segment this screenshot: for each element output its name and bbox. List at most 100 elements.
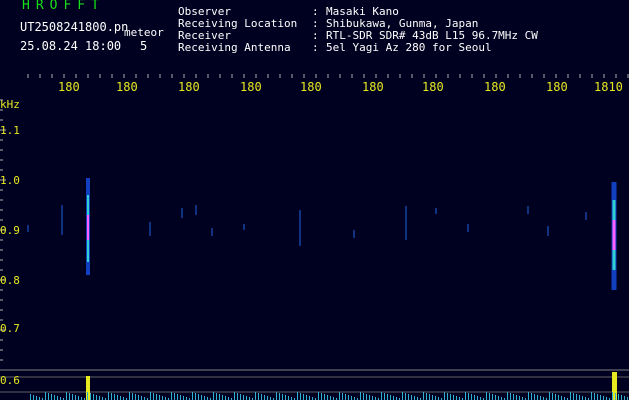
date-time: 25.08.24 18:00 [20,39,122,53]
amplitude-bar [66,392,67,400]
amplitude-bar [444,392,445,400]
amplitude-bar [45,392,46,400]
amplitude-bar [597,394,598,400]
amplitude-bar [618,394,619,400]
y-tick-label: 1.0 [0,174,20,187]
amplitude-bar [612,392,613,400]
amplitude-bar [348,395,349,400]
amplitude-bar [324,394,325,400]
amplitude-bar [453,395,454,400]
amplitude-bar [591,392,592,400]
x-tick-label: 180 [178,80,200,94]
antenna-label: Receiving Antenna [178,41,291,54]
amplitude-bar [534,394,535,400]
amplitude-bar [330,396,331,400]
y-tick-label: 0.6 [0,374,20,387]
amplitude-bar [78,396,79,400]
amplitude-bar [171,392,172,400]
amplitude-bar [303,394,304,400]
amplitude-bar [366,394,367,400]
amplitude-bar [288,396,289,400]
amplitude-bar [387,394,388,400]
amplitude-bar [219,394,220,400]
amplitude-bar [489,393,490,400]
amplitude-bar [198,394,199,400]
amplitude-bar [90,393,91,400]
amplitude-bar [264,395,265,400]
amplitude-bar [519,396,520,400]
x-tick-label: 180 [116,80,138,94]
amplitude-bar [174,393,175,400]
amplitude-bar [75,395,76,400]
amplitude-bar [300,393,301,400]
amplitude-bar [339,392,340,400]
amplitude-bar [108,392,109,400]
amplitude-bar [99,396,100,400]
amplitude-bar [183,396,184,400]
antenna-value: 5el Yagi Az 280 for Seoul [326,41,492,54]
amplitude-bar [360,392,361,400]
amplitude-bars [30,372,628,400]
amplitude-bar [327,395,328,400]
amplitude-bar [429,394,430,400]
amplitude-bar [474,395,475,400]
amplitude-bar [276,392,277,400]
amplitude-bar [306,395,307,400]
amplitude-bar [135,394,136,400]
amplitude-bar [57,396,58,400]
amplitude-bar [180,395,181,400]
amplitude-bar [477,396,478,400]
amplitude-bar [555,394,556,400]
x-tick-label: 180 [300,80,322,94]
amplitude-bar [213,392,214,400]
amplitude-bar [411,395,412,400]
amplitude-bar [537,395,538,400]
amplitude-bar [456,396,457,400]
amplitude-bar [255,392,256,400]
amplitude-bar [582,396,583,400]
amplitude-bar [579,395,580,400]
amplitude-bar [258,393,259,400]
amplitude-bar [201,395,202,400]
amplitude-bar [600,395,601,400]
amplitude-bar [351,396,352,400]
meteor-echo-traces [27,178,617,290]
amplitude-bar [558,395,559,400]
amplitude-bar [552,393,553,400]
amplitude-bar [129,392,130,400]
x-tick-label: 180 [484,80,506,94]
amplitude-bar [234,392,235,400]
amplitude-bar [150,392,151,400]
y-tick-label: 1.1 [0,124,20,137]
amplitude-bar [615,393,616,400]
amplitude-bar [282,394,283,400]
amplitude-bar [570,392,571,400]
amplitude-bar [381,392,382,400]
amplitude-bar [561,396,562,400]
hrofft-window: HROFFT UT2508241800.pn meteor 25.08.24 1… [0,0,629,400]
amplitude-bar [576,394,577,400]
spectrogram-plot [0,74,629,400]
file-name: UT2508241800.pn [20,20,129,34]
x-tick-label: 180 [240,80,262,94]
amplitude-bar [321,393,322,400]
x-tick-label: 180 [546,80,568,94]
x-tick-label: 180 [422,80,444,94]
y-axis-unit: kHz [0,98,20,111]
amplitude-bar [423,392,424,400]
amplitude-bar [132,393,133,400]
amplitude-bar [549,392,550,400]
amplitude-bar [486,392,487,400]
amplitude-bar [624,396,625,400]
amplitude-bar [393,396,394,400]
amplitude-bar [156,394,157,400]
amplitude-bar [408,394,409,400]
y-tick-label: 0.7 [0,322,20,335]
amplitude-bar [513,394,514,400]
amplitude-bar [471,394,472,400]
x-tick-label: 180 [362,80,384,94]
amplitude-bar [33,395,34,400]
x-tick-label: 1810 [594,80,623,94]
amplitude-bar [495,395,496,400]
amplitude-bar [261,394,262,400]
